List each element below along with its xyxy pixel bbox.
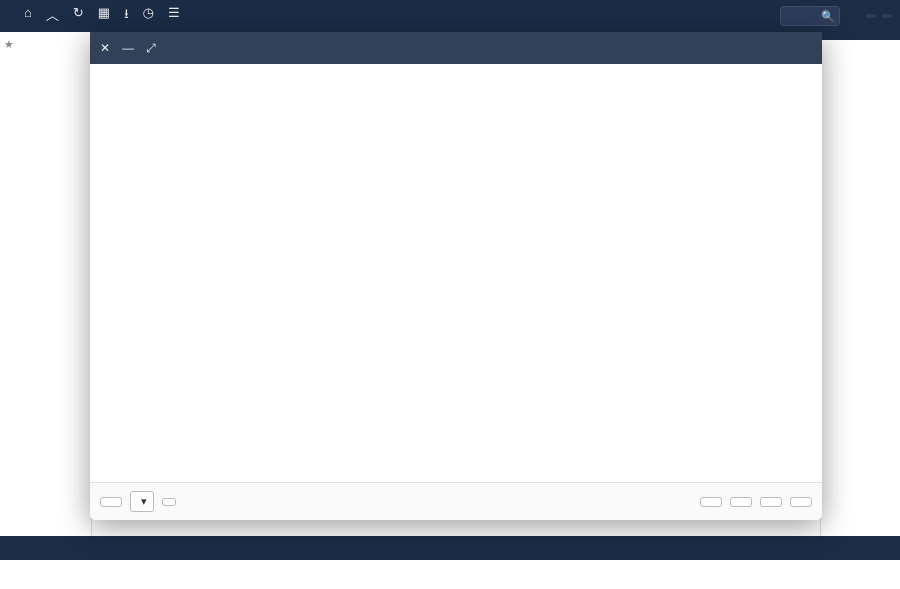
type-column [820,32,900,560]
editor-titlebar: ✕ — ⤢ [90,32,822,64]
star-icon: ★ [4,38,14,51]
topbar-right [860,14,892,18]
download-icon[interactable]: ⭳ [124,5,129,27]
encoding-select[interactable] [162,498,176,506]
code-editor[interactable] [90,64,822,482]
editor-modal: ✕ — ⤢ ▾ [90,32,822,520]
search-input[interactable]: 🔍 [780,6,840,26]
status-bar [0,536,900,560]
wrap-toggle[interactable]: ▾ [130,491,154,512]
workspace: ★ ✕ — ⤢ ▾ [0,32,900,560]
type-column-header[interactable] [821,32,900,40]
save-as-button[interactable] [730,497,752,507]
topbar: ⌂ ︿ ↻ ▦ ⭳ ◷ ☰ 🔍 [0,0,900,32]
editor-footer: ▾ [90,482,822,520]
font-decrease-button[interactable] [866,14,876,18]
minimize-icon[interactable]: — [122,41,134,55]
save-button[interactable] [790,497,812,507]
grid-icon[interactable]: ▦ [98,5,110,27]
textarea-mode-button[interactable] [100,497,122,507]
save-close-button[interactable] [760,497,782,507]
expand-icon[interactable]: ⤢ [146,41,156,56]
refresh-icon[interactable]: ↻ [73,5,84,27]
close-icon[interactable]: ✕ [100,41,110,55]
settings-icon[interactable]: ☰ [168,5,180,27]
clock-icon[interactable]: ◷ [143,5,154,27]
toolbar-icons: ⌂ ︿ ↻ ▦ ⭳ ◷ ☰ [24,5,180,27]
home-icon[interactable]: ⌂ [24,5,32,27]
font-increase-button[interactable] [882,14,892,18]
tree-header: ★ [0,36,91,53]
file-tree: ★ [0,32,92,560]
up-icon[interactable]: ︿ [46,5,59,27]
cancel-button[interactable] [700,497,722,507]
